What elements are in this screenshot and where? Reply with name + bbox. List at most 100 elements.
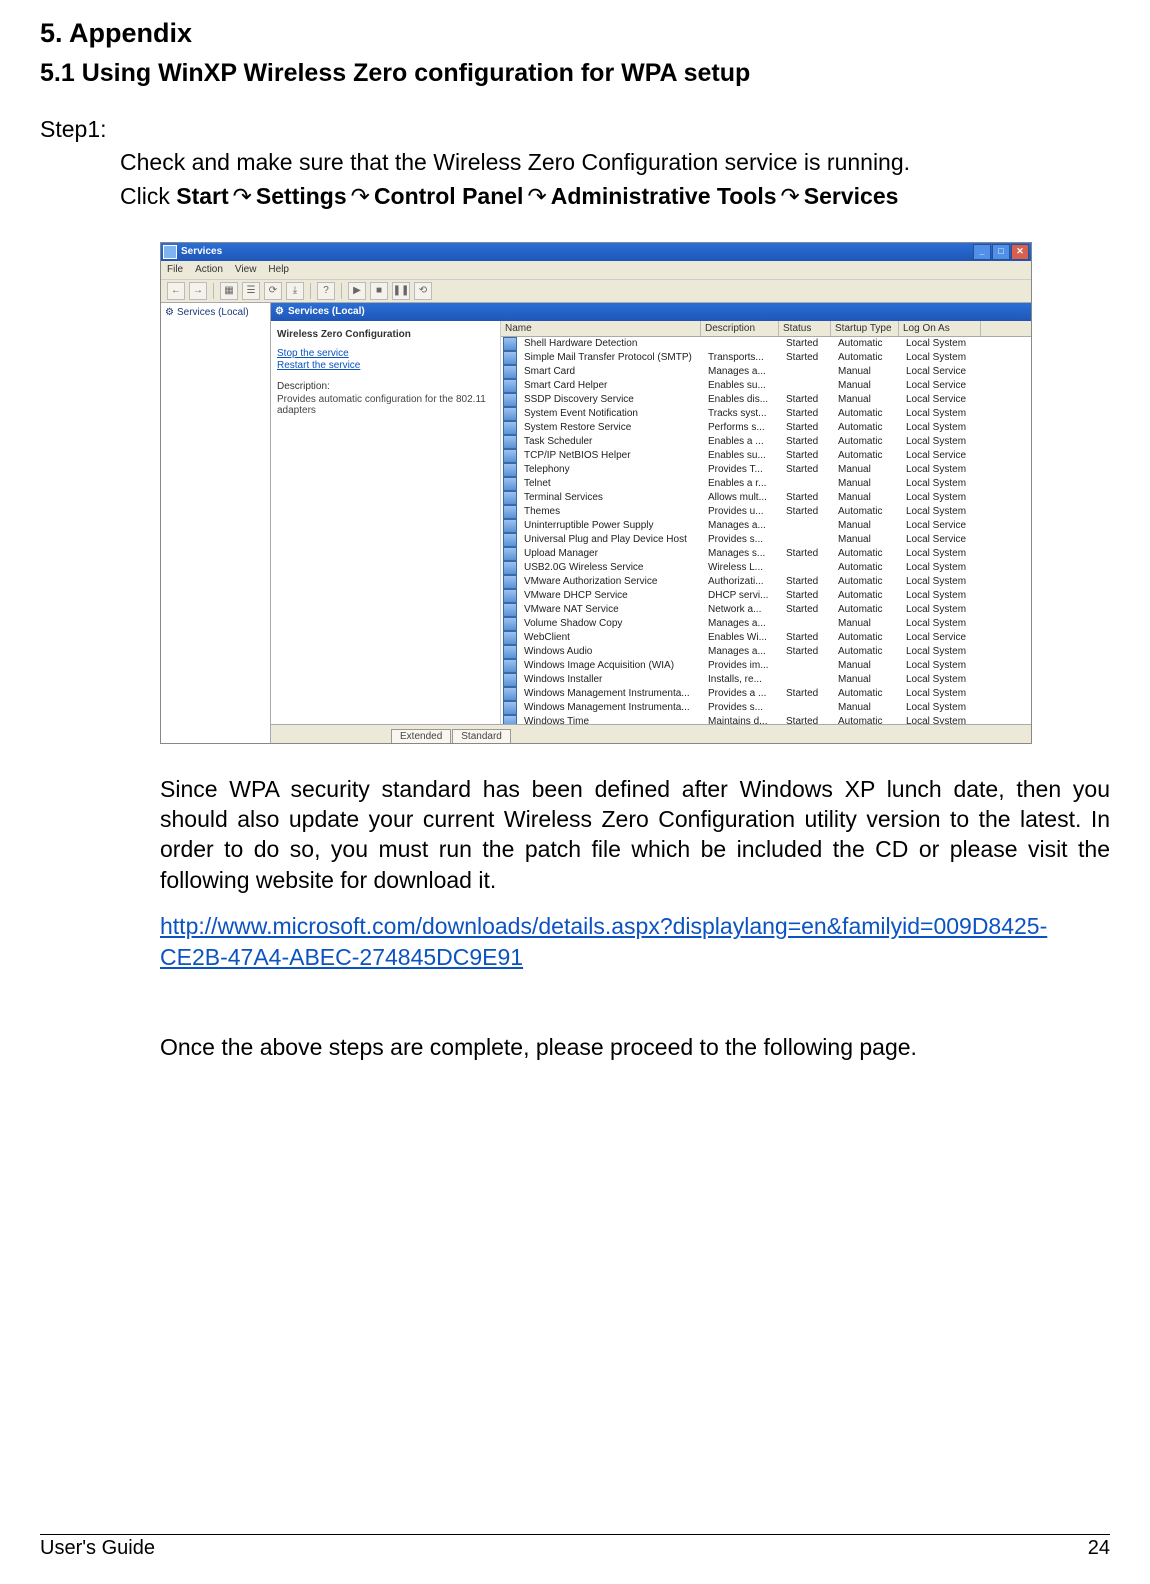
menu-item[interactable]: File: [167, 264, 183, 275]
cell: Started: [782, 408, 834, 419]
table-row[interactable]: Upload ManagerManages s...StartedAutomat…: [501, 547, 1031, 561]
table-row[interactable]: SSDP Discovery ServiceEnables dis...Star…: [501, 393, 1031, 407]
cell: Started: [782, 632, 834, 643]
step1-line2: Click Start ↷ Settings ↷ Control Panel ↷…: [120, 181, 1110, 211]
table-row[interactable]: System Restore ServicePerforms s...Start…: [501, 421, 1031, 435]
refresh-icon[interactable]: ⟳: [264, 282, 282, 300]
table-row[interactable]: Windows InstallerInstalls, re...ManualLo…: [501, 673, 1031, 687]
cell: Manual: [834, 702, 902, 713]
table-row[interactable]: TCP/IP NetBIOS HelperEnables su...Starte…: [501, 449, 1031, 463]
table-row[interactable]: Windows Image Acquisition (WIA)Provides …: [501, 659, 1031, 673]
table-row[interactable]: Uninterruptible Power SupplyManages a...…: [501, 519, 1031, 533]
service-icon: [503, 449, 517, 463]
restart-icon[interactable]: ⟲: [414, 282, 432, 300]
properties-icon[interactable]: ☰: [242, 282, 260, 300]
cell: Local System: [902, 604, 984, 615]
table-row[interactable]: Windows Management Instrumenta...Provide…: [501, 701, 1031, 715]
service-icon: [503, 435, 517, 449]
cell: Started: [782, 590, 834, 601]
heading-section: 5.1 Using WinXP Wireless Zero configurat…: [40, 59, 1110, 88]
table-row[interactable]: Universal Plug and Play Device HostProvi…: [501, 533, 1031, 547]
cell: Automatic: [834, 422, 902, 433]
minimize-button[interactable]: _: [973, 244, 991, 260]
column-header[interactable]: Startup Type: [831, 321, 899, 336]
cell: Started: [782, 492, 834, 503]
column-header[interactable]: Log On As: [899, 321, 981, 336]
restart-link[interactable]: Restart the service: [277, 360, 494, 371]
download-link[interactable]: http://www.microsoft.com/downloads/detai…: [160, 913, 1047, 969]
column-header[interactable]: Name: [501, 321, 701, 336]
cell: Enables dis...: [704, 394, 782, 405]
table-row[interactable]: Smart CardManages a...ManualLocal Servic…: [501, 365, 1031, 379]
table-row[interactable]: Windows TimeMaintains d...StartedAutomat…: [501, 715, 1031, 724]
pause-icon[interactable]: ❚❚: [392, 282, 410, 300]
cell: Automatic: [834, 576, 902, 587]
cell: Local System: [902, 478, 984, 489]
cell: Automatic: [834, 408, 902, 419]
cell: Local System: [902, 590, 984, 601]
table-row[interactable]: TelephonyProvides T...StartedManualLocal…: [501, 463, 1031, 477]
close-button[interactable]: ✕: [1011, 244, 1029, 260]
help-icon[interactable]: ?: [317, 282, 335, 300]
path-segment: Settings: [256, 183, 347, 209]
cell: Local Service: [902, 632, 984, 643]
table-row[interactable]: Task SchedulerEnables a ...StartedAutoma…: [501, 435, 1031, 449]
menu-item[interactable]: Help: [268, 264, 289, 275]
maximize-button[interactable]: □: [992, 244, 1010, 260]
table-row[interactable]: TelnetEnables a r...ManualLocal System: [501, 477, 1031, 491]
tree-root[interactable]: ⚙ Services (Local): [165, 307, 266, 318]
cell: Automatic: [834, 338, 902, 349]
cell: Manual: [834, 366, 902, 377]
cell: Automatic: [834, 506, 902, 517]
table-row[interactable]: VMware NAT ServiceNetwork a...StartedAut…: [501, 603, 1031, 617]
cell: USB2.0G Wireless Service: [520, 562, 704, 573]
menu-item[interactable]: View: [235, 264, 257, 275]
cell: Manual: [834, 464, 902, 475]
table-row[interactable]: System Event NotificationTracks syst...S…: [501, 407, 1031, 421]
table-row[interactable]: Windows AudioManages a...StartedAutomati…: [501, 645, 1031, 659]
table-row[interactable]: VMware DHCP ServiceDHCP servi...StartedA…: [501, 589, 1031, 603]
export-icon[interactable]: ⤓: [286, 282, 304, 300]
pane-title: ⚙ Services (Local): [271, 303, 1031, 321]
service-icon: [503, 407, 517, 421]
tab-standard[interactable]: Standard: [452, 729, 511, 743]
table-row[interactable]: VMware Authorization ServiceAuthorizati.…: [501, 575, 1031, 589]
table-row[interactable]: Shell Hardware DetectionStartedAutomatic…: [501, 337, 1031, 351]
table-row[interactable]: Terminal ServicesAllows mult...StartedMa…: [501, 491, 1031, 505]
service-icon: [503, 505, 517, 519]
cell: Automatic: [834, 688, 902, 699]
stop-link[interactable]: Stop the service: [277, 348, 494, 359]
cell: WebClient: [520, 632, 704, 643]
cell: Transports...: [704, 352, 782, 363]
table-row[interactable]: USB2.0G Wireless ServiceWireless L...Aut…: [501, 561, 1031, 575]
table-row[interactable]: Simple Mail Transfer Protocol (SMTP)Tran…: [501, 351, 1031, 365]
grid-icon[interactable]: ▦: [220, 282, 238, 300]
table-row[interactable]: Smart Card HelperEnables su...ManualLoca…: [501, 379, 1031, 393]
column-header[interactable]: Description: [701, 321, 779, 336]
cell: Automatic: [834, 436, 902, 447]
cell: Automatic: [834, 590, 902, 601]
table-row[interactable]: ThemesProvides u...StartedAutomaticLocal…: [501, 505, 1031, 519]
table-row[interactable]: Windows Management Instrumenta...Provide…: [501, 687, 1031, 701]
cell: Provides s...: [704, 702, 782, 713]
cell: Started: [782, 422, 834, 433]
back-button[interactable]: ←: [167, 282, 185, 300]
cell: Local System: [902, 422, 984, 433]
forward-button[interactable]: →: [189, 282, 207, 300]
stop-icon[interactable]: ■: [370, 282, 388, 300]
cell: Automatic: [834, 604, 902, 615]
services-list: NameDescriptionStatusStartup TypeLog On …: [501, 321, 1031, 724]
menu-item[interactable]: Action: [195, 264, 223, 275]
start-icon[interactable]: ▶: [348, 282, 366, 300]
table-row[interactable]: Volume Shadow CopyManages a...ManualLoca…: [501, 617, 1031, 631]
cell: Started: [782, 576, 834, 587]
cell: Local System: [902, 352, 984, 363]
cell: Started: [782, 338, 834, 349]
cell: Started: [782, 604, 834, 615]
cell: Provides u...: [704, 506, 782, 517]
table-row[interactable]: WebClientEnables Wi...StartedAutomaticLo…: [501, 631, 1031, 645]
tab-extended[interactable]: Extended: [391, 729, 451, 743]
cell: System Event Notification: [520, 408, 704, 419]
cell: Tracks syst...: [704, 408, 782, 419]
column-header[interactable]: Status: [779, 321, 831, 336]
